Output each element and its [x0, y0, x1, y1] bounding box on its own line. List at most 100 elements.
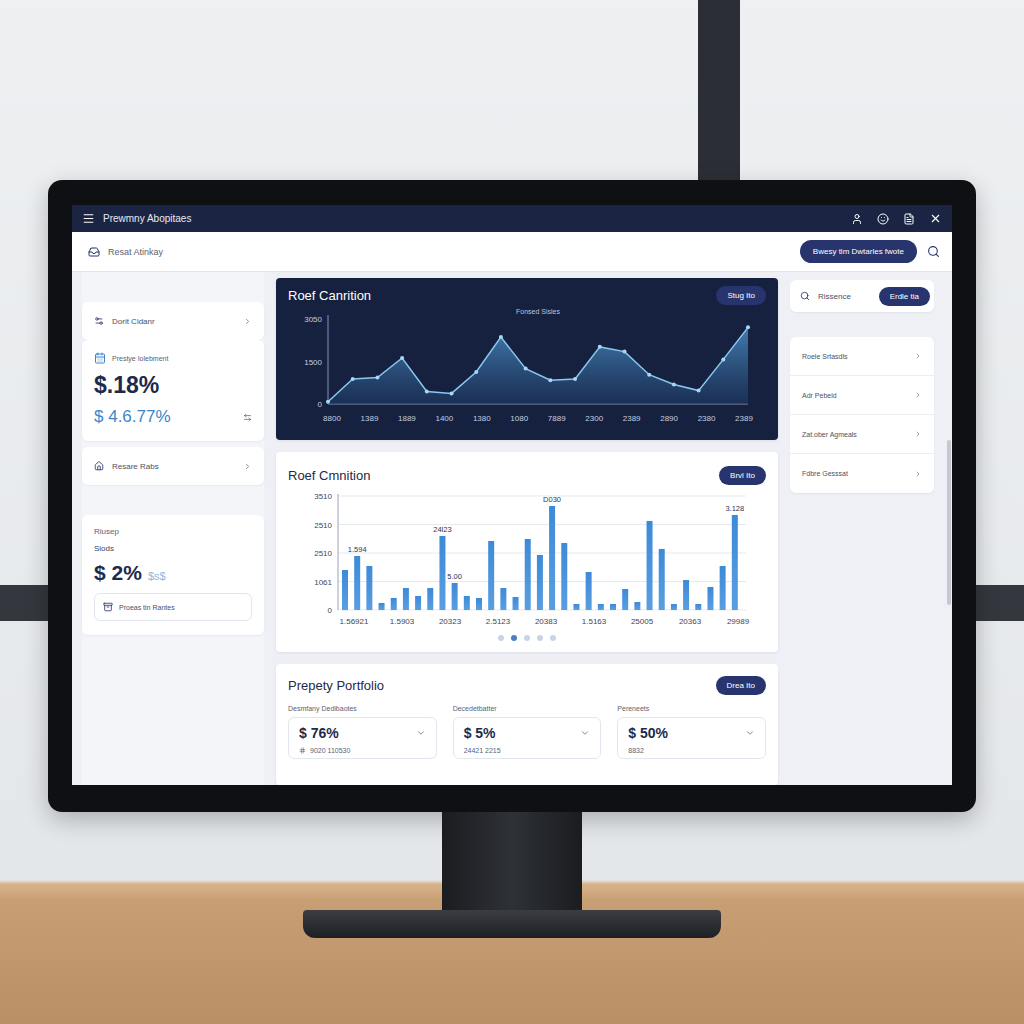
- nav-item[interactable]: Resare Rabs: [82, 447, 264, 485]
- chart-point[interactable]: [647, 373, 651, 377]
- card-button[interactable]: Drea Ito: [716, 676, 766, 695]
- portfolio-column: Pereneets$ 50%8832: [617, 705, 766, 759]
- x-tick: 1.56921: [340, 617, 369, 626]
- page-dot[interactable]: [550, 635, 556, 641]
- breadcrumb[interactable]: Resat Atinkay: [108, 247, 163, 257]
- chart-point[interactable]: [450, 391, 454, 395]
- toolbar-action-button[interactable]: Bwesy tim Dwtarles fwote: [800, 240, 917, 263]
- scrollbar: [946, 272, 952, 785]
- right-panel: Erdle tia Roele SrtasdlsAdr PebeldZat.obe…: [790, 272, 934, 785]
- document-icon[interactable]: [903, 213, 915, 225]
- page-dot[interactable]: [537, 635, 543, 641]
- chart-bar[interactable]: [573, 604, 579, 610]
- chart-bar[interactable]: [500, 588, 506, 610]
- bar-annotation: 1.594: [348, 545, 367, 554]
- chart-bar[interactable]: [720, 566, 726, 610]
- side-list-item[interactable]: Adr Pebeld: [790, 376, 934, 415]
- chart-point[interactable]: [400, 356, 404, 360]
- chart-bar[interactable]: [525, 539, 531, 610]
- page-dot[interactable]: [511, 635, 517, 641]
- close-icon[interactable]: [929, 212, 942, 225]
- chart-point[interactable]: [474, 370, 478, 374]
- portfolio-select[interactable]: $ 5%24421 2215: [453, 717, 602, 759]
- portfolio-select[interactable]: $ 50%8832: [617, 717, 766, 759]
- chart-bar[interactable]: [488, 541, 494, 610]
- chart-bar[interactable]: [464, 596, 470, 610]
- chart-point[interactable]: [375, 376, 379, 380]
- inbox-icon[interactable]: [88, 246, 100, 258]
- chart-bar[interactable]: [622, 589, 628, 610]
- side-list-item[interactable]: Zat.ober Agmeals: [790, 415, 934, 454]
- bar-annotation: D030: [543, 495, 561, 504]
- desk-scene: Prewmny AbopitaesResat AtinkayBwesy tim …: [0, 0, 1024, 1024]
- chart-point[interactable]: [697, 389, 701, 393]
- bar-annotation: 24l23: [433, 525, 451, 534]
- card-button[interactable]: Stug Ito: [716, 286, 766, 305]
- chart-bar[interactable]: [476, 598, 482, 610]
- chart-bar[interactable]: [513, 597, 519, 610]
- chart-bar[interactable]: [683, 580, 689, 610]
- chart-bar[interactable]: [671, 604, 677, 610]
- stats-card: RiusepSiods$ 2%$s$Proeas tin Rantes: [82, 515, 264, 635]
- chart-bar[interactable]: [659, 549, 665, 610]
- page-dot[interactable]: [524, 635, 530, 641]
- chart-bar[interactable]: [452, 583, 458, 610]
- search-field[interactable]: [816, 291, 873, 302]
- card-button[interactable]: Brvl Ito: [719, 466, 766, 485]
- chart-bar[interactable]: [647, 521, 653, 610]
- chart-point[interactable]: [548, 378, 552, 382]
- side-list-item[interactable]: Fdbre Gesssat: [790, 454, 934, 493]
- chevron-right-icon: [243, 317, 252, 326]
- search-icon[interactable]: [927, 245, 940, 258]
- chart-bar[interactable]: [379, 603, 385, 610]
- chart-bar[interactable]: [586, 572, 592, 610]
- chart-bar[interactable]: [354, 556, 360, 610]
- chart-point[interactable]: [746, 325, 750, 329]
- grid-line: [338, 496, 746, 497]
- y-tick: 1061: [314, 578, 332, 587]
- chart-bar[interactable]: [415, 596, 421, 610]
- chart-point[interactable]: [326, 400, 330, 404]
- nav-item[interactable]: Dorit Cidanr: [82, 302, 264, 340]
- chart-bar[interactable]: [634, 602, 640, 610]
- chart-bar[interactable]: [610, 604, 616, 610]
- chart-bar[interactable]: [439, 536, 445, 610]
- chart-point[interactable]: [672, 382, 676, 386]
- user-icon[interactable]: [851, 213, 863, 225]
- chart-point[interactable]: [573, 377, 577, 381]
- smile-icon[interactable]: [877, 213, 889, 225]
- chart-bar[interactable]: [391, 598, 397, 610]
- chart-point[interactable]: [598, 345, 602, 349]
- chart-bar[interactable]: [366, 566, 372, 610]
- chart-bar[interactable]: [561, 543, 567, 610]
- side-list-item[interactable]: Roele Srtasdls: [790, 337, 934, 376]
- swap-icon[interactable]: [243, 413, 252, 422]
- chart-point[interactable]: [425, 389, 429, 393]
- side-list: Roele SrtasdlsAdr PebeldZat.ober Agmeals…: [790, 337, 934, 493]
- menu-icon[interactable]: [82, 212, 95, 225]
- chart-bar[interactable]: [549, 506, 555, 610]
- y-tick: 3510: [314, 492, 332, 501]
- chart-point[interactable]: [351, 377, 355, 381]
- toolbar: Resat Atinkay Bwesy tim Dwtarles fwote: [72, 232, 952, 272]
- chart-point[interactable]: [524, 367, 528, 371]
- chart-bar[interactable]: [707, 587, 713, 610]
- portfolio-select[interactable]: $ 76%9020 110530: [288, 717, 437, 759]
- chart-bar[interactable]: [427, 588, 433, 610]
- chart-point[interactable]: [499, 335, 503, 339]
- chart-point[interactable]: [622, 350, 626, 354]
- monitor-stand: [442, 812, 582, 910]
- scrollbar-thumb[interactable]: [947, 440, 951, 605]
- chart-bar[interactable]: [403, 588, 409, 610]
- chart-bar[interactable]: [537, 555, 543, 610]
- page-dot[interactable]: [498, 635, 504, 641]
- chart-bar[interactable]: [695, 604, 701, 610]
- x-tick: 20323: [439, 617, 462, 626]
- card-title: Prepety Portfolio: [288, 678, 384, 693]
- chart-bar[interactable]: [342, 570, 348, 610]
- stats-button[interactable]: Proeas tin Rantes: [94, 593, 252, 621]
- chart-bar[interactable]: [598, 604, 604, 610]
- search-button[interactable]: Erdle tia: [879, 287, 930, 306]
- chart-point[interactable]: [721, 357, 725, 361]
- chart-bar[interactable]: [732, 515, 738, 610]
